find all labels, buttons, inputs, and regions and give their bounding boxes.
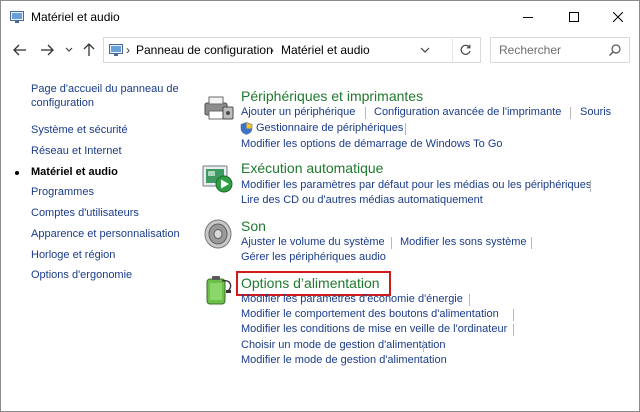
back-button[interactable] (12, 42, 28, 58)
autoplay-icon[interactable] (201, 161, 235, 195)
close-button[interactable] (595, 1, 640, 33)
up-button[interactable] (81, 42, 97, 58)
control-panel-icon (109, 44, 123, 56)
task-change-power-buttons[interactable]: Modifier le comportement des boutons d'a… (241, 308, 499, 320)
task-play-cd-automatically[interactable]: Lire des CD ou d'autres médias automatiq… (241, 194, 483, 206)
task-device-manager[interactable]: Gestionnaire de périphériques (256, 122, 403, 134)
close-icon (613, 12, 623, 22)
category-title-autoplay[interactable]: Exécution automatique (241, 160, 383, 176)
control-panel-icon (10, 11, 24, 23)
refresh-icon (460, 44, 471, 55)
sidebar-item-control-panel-home[interactable]: Page d'accueil du panneau de configurati… (31, 82, 191, 110)
sidebar-item-hardware-sound: Matériel et audio (31, 166, 118, 178)
breadcrumb-control-panel[interactable]: Panneau de configuration (136, 43, 273, 57)
search-icon[interactable] (608, 43, 622, 57)
link-separator (531, 237, 532, 249)
link-separator (513, 309, 514, 321)
refresh-button[interactable] (452, 37, 478, 63)
link-separator (423, 340, 424, 352)
search-box[interactable]: Rechercher (490, 37, 630, 63)
arrow-right-icon (41, 44, 54, 56)
minimize-button[interactable] (505, 1, 551, 33)
chevron-down-icon (65, 47, 73, 52)
link-separator (513, 324, 514, 336)
search-placeholder[interactable]: Rechercher (499, 43, 561, 57)
sidebar-item-clock-region[interactable]: Horloge et région (31, 248, 191, 262)
forward-button[interactable] (39, 42, 55, 58)
breadcrumb-hardware-sound[interactable]: Matériel et audio (281, 43, 370, 57)
minimize-icon (523, 17, 533, 18)
current-page-bullet (15, 171, 19, 175)
task-edit-power-plan[interactable]: Modifier le mode de gestion d'alimentati… (241, 354, 447, 366)
task-adjust-system-volume[interactable]: Ajuster le volume du système (241, 236, 385, 248)
link-separator (405, 123, 406, 135)
sidebar-item-user-accounts[interactable]: Comptes d'utilisateurs (31, 206, 191, 220)
maximize-button[interactable] (551, 1, 597, 33)
link-separator (590, 180, 591, 192)
link-separator (469, 294, 470, 306)
printer-icon[interactable] (201, 89, 235, 123)
battery-icon[interactable] (201, 273, 235, 307)
speaker-icon[interactable] (201, 217, 235, 251)
window-bottom-edge (1, 397, 639, 411)
link-separator (391, 237, 392, 249)
task-advanced-printer-setup[interactable]: Configuration avancée de l'imprimante (374, 106, 561, 118)
sidebar-item-programs[interactable]: Programmes (31, 185, 191, 199)
arrow-up-icon (83, 43, 95, 56)
control-panel-window: Matériel et audio › Panneau de configura… (0, 0, 640, 412)
sidebar: Page d'accueil du panneau de configurati… (1, 67, 191, 397)
recent-locations-button[interactable] (64, 42, 74, 58)
sidebar-item-system-security[interactable]: Système et sécurité (31, 123, 191, 137)
category-title-sound[interactable]: Son (241, 218, 266, 234)
task-change-default-media-settings[interactable]: Modifier les paramètres par défaut pour … (241, 179, 591, 191)
chevron-down-icon[interactable] (418, 43, 432, 57)
task-change-sleep-conditions[interactable]: Modifier les conditions de mise en veill… (241, 323, 507, 335)
task-mouse[interactable]: Souris (580, 106, 611, 118)
sidebar-item-network-internet[interactable]: Réseau et Internet (31, 144, 191, 158)
task-change-power-saving-settings[interactable]: Modifier les paramètres d'économie d'éne… (241, 293, 463, 305)
link-separator (570, 107, 571, 119)
category-title-devices-printers[interactable]: Périphériques et imprimantes (241, 88, 423, 104)
link-separator (365, 107, 366, 119)
maximize-icon (569, 12, 579, 22)
breadcrumb-separator[interactable]: › (126, 43, 130, 57)
sidebar-item-ease-of-access[interactable]: Options d'ergonomie (31, 268, 191, 282)
breadcrumb-separator[interactable]: › (270, 43, 274, 57)
uac-shield-icon (240, 122, 253, 135)
task-manage-audio-devices[interactable]: Gérer les périphériques audio (241, 251, 386, 263)
task-windows-to-go[interactable]: Modifier les options de démarrage de Win… (241, 138, 503, 150)
window-title: Matériel et audio (31, 10, 120, 24)
task-change-system-sounds[interactable]: Modifier les sons système (400, 236, 527, 248)
sidebar-item-appearance[interactable]: Apparence et personnalisation (31, 227, 191, 241)
title-bar[interactable]: Matériel et audio (1, 1, 639, 33)
arrow-left-icon (13, 44, 26, 56)
task-choose-power-plan[interactable]: Choisir un mode de gestion d'alimentatio… (241, 339, 446, 351)
task-add-device[interactable]: Ajouter un périphérique (241, 106, 355, 118)
